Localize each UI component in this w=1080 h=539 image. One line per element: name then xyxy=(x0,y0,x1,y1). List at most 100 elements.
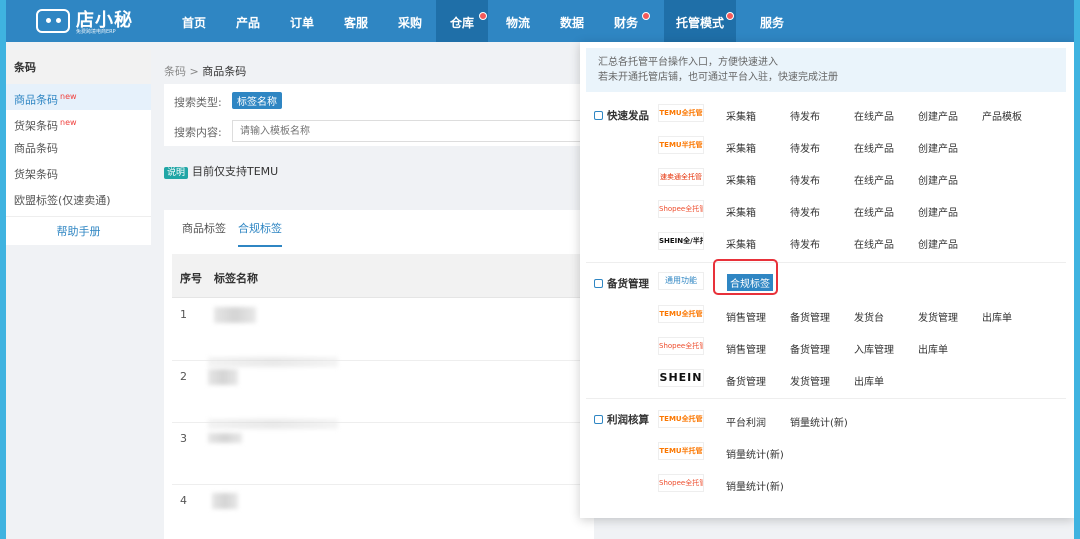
nav-hosted-mode[interactable]: 托管模式 xyxy=(664,0,736,42)
sidebar-item-product-barcode-new[interactable]: 商品条码 new xyxy=(6,84,151,110)
link-collect-box[interactable]: 采集箱 xyxy=(726,108,756,123)
link-collect-box[interactable]: 采集箱 xyxy=(726,172,756,187)
platform-temu-full: TEMU全托管 xyxy=(658,104,704,122)
link-create-product[interactable]: 创建产品 xyxy=(918,236,958,251)
link-to-publish[interactable]: 待发布 xyxy=(790,204,820,219)
row-num: 3 xyxy=(180,432,187,445)
nav-home[interactable]: 首页 xyxy=(176,0,212,42)
tab-compliance-label[interactable]: 合规标签 xyxy=(238,220,282,247)
sidebar-item-shelf-barcode-new[interactable]: 货架条码 new xyxy=(6,110,151,136)
note-tag: 说明 xyxy=(164,167,189,179)
link-online-products[interactable]: 在线产品 xyxy=(854,172,894,187)
notification-dot-icon xyxy=(479,12,487,20)
platform-temu-full: TEMU全托管 xyxy=(658,410,704,428)
divider xyxy=(586,262,1066,263)
row-num: 1 xyxy=(180,308,187,321)
link-shipping-management[interactable]: 发货管理 xyxy=(918,309,958,324)
sidebar-item-product-barcode[interactable]: 商品条码 xyxy=(6,136,151,162)
platform-temu-semi: TEMU半托管 xyxy=(658,442,704,460)
sidebar-title: 条码 xyxy=(6,50,151,84)
link-to-publish[interactable]: 待发布 xyxy=(790,108,820,123)
platform-shein-semi: SHEIN全/半托管 xyxy=(658,232,704,250)
table-row[interactable]: 3 xyxy=(172,423,594,485)
link-online-products[interactable]: 在线产品 xyxy=(854,236,894,251)
link-collect-box[interactable]: 采集箱 xyxy=(726,204,756,219)
nav-warehouse[interactable]: 仓库 xyxy=(436,0,488,42)
search-input[interactable] xyxy=(232,120,592,142)
divider xyxy=(586,398,1066,399)
table-row[interactable]: 2 xyxy=(172,361,594,429)
new-badge: new xyxy=(60,92,77,101)
column-name: 标签名称 xyxy=(214,272,258,285)
banner-line: 若未开通托管店铺，也可通过平台入驻，快速完成注册 xyxy=(598,72,838,83)
sidebar: 条码 商品条码 new 货架条码 new 商品条码 货架条码 欧盟标签(仅速卖通) … xyxy=(6,50,151,245)
platform-general-tools: 通用功能 xyxy=(658,272,704,290)
nav-finance[interactable]: 财务 xyxy=(608,0,644,42)
nav-orders[interactable]: 订单 xyxy=(284,0,320,42)
help-manual-link[interactable]: 帮助手册 xyxy=(6,216,151,246)
link-outbound-order[interactable]: 出库单 xyxy=(918,341,948,356)
link-shipping-desk[interactable]: 发货台 xyxy=(854,309,884,324)
search-type-option[interactable]: 标签名称 xyxy=(232,92,282,109)
link-product-template[interactable]: 产品模板 xyxy=(982,108,1022,123)
notification-dot-icon xyxy=(642,12,650,20)
label-panel: 商品标签 合规标签 序号 标签名称 1 2 3 4 xyxy=(164,210,594,539)
link-create-product[interactable]: 创建产品 xyxy=(918,172,958,187)
row-num: 2 xyxy=(180,370,187,383)
link-stock-management[interactable]: 备货管理 xyxy=(790,341,830,356)
notification-dot-icon xyxy=(726,12,734,20)
link-stock-management[interactable]: 备货管理 xyxy=(726,373,766,388)
nav-purchase[interactable]: 采购 xyxy=(392,0,428,42)
link-online-products[interactable]: 在线产品 xyxy=(854,108,894,123)
link-outbound-order[interactable]: 出库单 xyxy=(982,309,1012,324)
link-sales-management[interactable]: 销售管理 xyxy=(726,341,766,356)
link-to-publish[interactable]: 待发布 xyxy=(790,172,820,187)
link-shipping-management[interactable]: 发货管理 xyxy=(790,373,830,388)
link-to-publish[interactable]: 待发布 xyxy=(790,140,820,155)
tab-product-label[interactable]: 商品标签 xyxy=(182,220,226,245)
link-stock-management[interactable]: 备货管理 xyxy=(790,309,830,324)
new-badge: new xyxy=(60,118,77,127)
cube-icon xyxy=(594,111,603,120)
table-row[interactable]: 4 xyxy=(172,485,594,539)
link-to-publish[interactable]: 待发布 xyxy=(790,236,820,251)
nav-services[interactable]: 服务 xyxy=(754,0,790,42)
coin-icon xyxy=(594,415,603,424)
logo[interactable]: 店小秘 免费跨境电商ERP xyxy=(36,6,146,36)
link-sales-stats[interactable]: 销量统计(新) xyxy=(726,446,784,461)
platform-shopee: Shopee全托管 xyxy=(658,474,704,492)
note: 说明 目前仅支持TEMU xyxy=(164,163,278,179)
link-collect-box[interactable]: 采集箱 xyxy=(726,140,756,155)
link-online-products[interactable]: 在线产品 xyxy=(854,140,894,155)
nav-service[interactable]: 客服 xyxy=(338,0,374,42)
search-filter: 搜索类型: 标签名称 搜索内容: xyxy=(164,84,594,146)
link-sales-stats[interactable]: 销量统计(新) xyxy=(726,478,784,493)
nav-data[interactable]: 数据 xyxy=(554,0,590,42)
robot-logo-icon xyxy=(36,9,70,33)
hosted-mode-dropdown: 汇总各托管平台操作入口，方便快速进入 若未开通托管店铺，也可通过平台入驻，快速完… xyxy=(580,42,1074,518)
section-quick-publish: 快速发品 xyxy=(594,108,649,123)
row-num: 4 xyxy=(180,494,187,507)
link-create-product[interactable]: 创建产品 xyxy=(918,108,958,123)
section-stock-management: 备货管理 xyxy=(594,276,649,291)
link-outbound-order[interactable]: 出库单 xyxy=(854,373,884,388)
link-platform-profit[interactable]: 平台利润 xyxy=(726,414,766,429)
link-compliance-label[interactable]: 合规标签 xyxy=(727,274,773,291)
logo-tagline: 免费跨境电商ERP xyxy=(76,29,116,35)
sidebar-item-shelf-barcode[interactable]: 货架条码 xyxy=(6,162,151,188)
breadcrumb-current: 商品条码 xyxy=(202,65,247,78)
table-row[interactable]: 1 xyxy=(172,299,594,367)
link-collect-box[interactable]: 采集箱 xyxy=(726,236,756,251)
link-create-product[interactable]: 创建产品 xyxy=(918,140,958,155)
platform-temu-full: TEMU全托管 xyxy=(658,305,704,323)
link-sales-management[interactable]: 销售管理 xyxy=(726,309,766,324)
nav-logistics[interactable]: 物流 xyxy=(500,0,536,42)
breadcrumb-parent[interactable]: 条码 xyxy=(164,65,186,78)
link-create-product[interactable]: 创建产品 xyxy=(918,204,958,219)
link-sales-stats[interactable]: 销量统计(新) xyxy=(790,414,848,429)
link-inbound-management[interactable]: 入库管理 xyxy=(854,341,894,356)
nav-products[interactable]: 产品 xyxy=(230,0,266,42)
platform-shopee: Shopee全托管 xyxy=(658,200,704,218)
sidebar-item-eu-label[interactable]: 欧盟标签(仅速卖通) xyxy=(6,188,151,214)
link-online-products[interactable]: 在线产品 xyxy=(854,204,894,219)
